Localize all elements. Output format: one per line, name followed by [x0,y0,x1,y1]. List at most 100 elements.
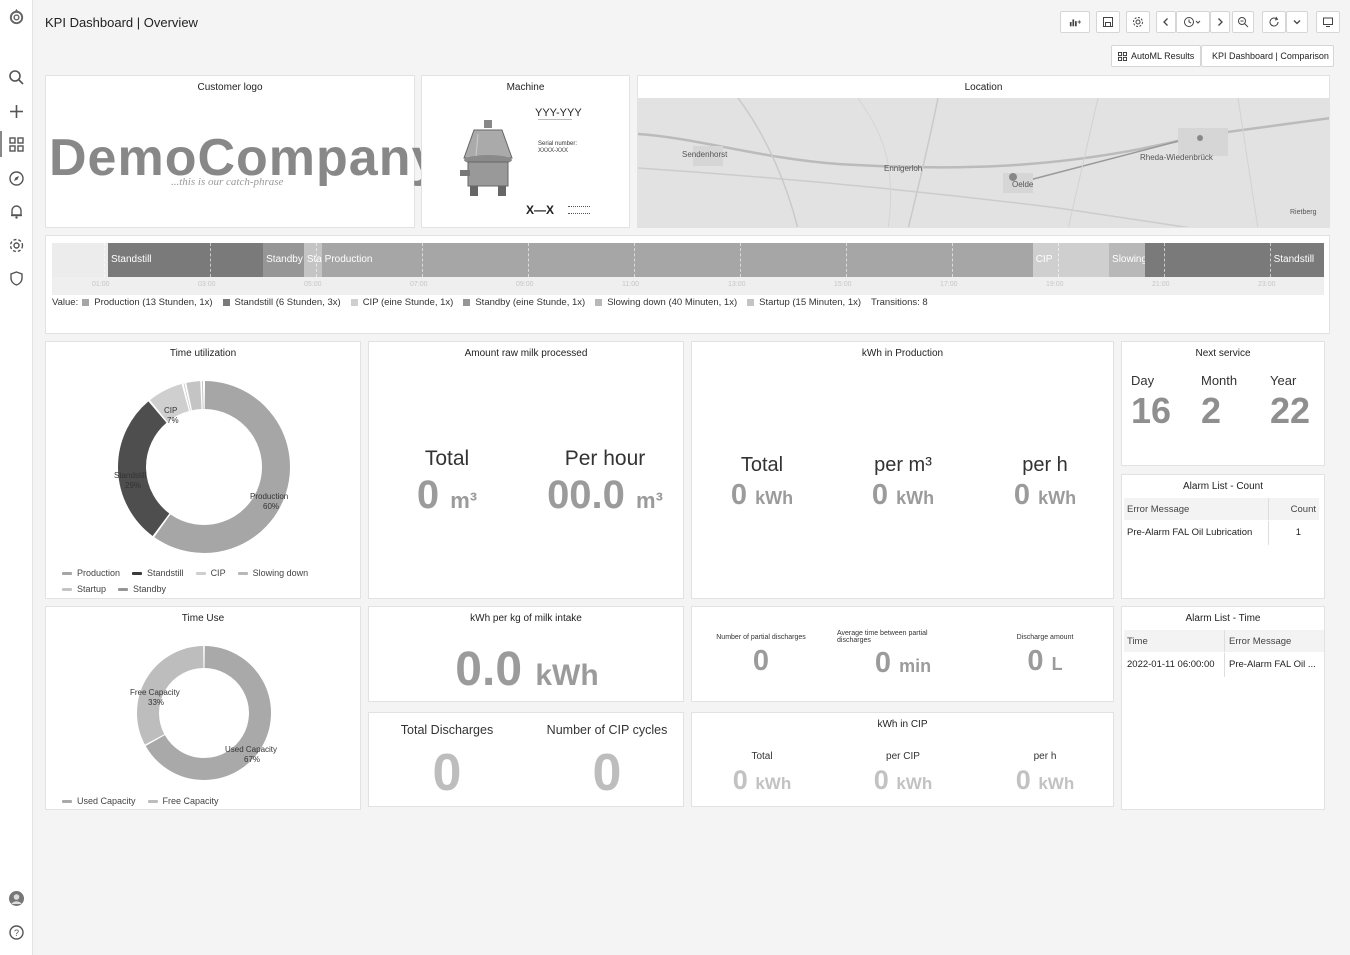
timeline-segment-standstill[interactable]: Standstill [1270,243,1324,277]
timeline-gridline [1270,243,1271,277]
chevron-down-icon[interactable] [1286,11,1308,33]
chevron-left-icon[interactable] [1156,11,1176,33]
separator-machine-image [460,120,513,196]
totals-panel: Total Discharges 0 Number of CIP cycles … [368,712,684,807]
legend-item-production[interactable]: Production (13 Stunden, 1x) [82,297,213,308]
timeline-gridline [952,243,953,277]
search-icon[interactable] [8,69,25,86]
timeline-axis: 01:00 03:00 05:00 07:00 09:00 11:00 13:00 15:00… [52,243,1324,295]
timeline-gridline [846,243,847,277]
panel-title: kWh per kg of milk intake [470,613,582,624]
slice-pct-standstill: 29% [125,481,142,490]
table-row[interactable]: Pre-Alarm FAL Oil Lubrication 1 [1124,521,1319,545]
help-icon[interactable]: ? [8,924,25,941]
user-avatar-icon[interactable] [8,890,25,907]
timeline-gridline [740,243,741,277]
legend-item-slowing-down[interactable]: Slowing down [237,568,308,578]
timeline-segment-none[interactable] [52,243,108,277]
link-label: AutoML Results [1131,51,1195,61]
state-timeline-panel: Standstill Standby Sta Production CIP Slowing… [45,235,1330,334]
gear-icon[interactable] [8,237,25,254]
table-header: Error Message Count [1124,498,1319,520]
refresh-icon[interactable] [1262,11,1286,33]
map-label: Rheda-Wiedenbrück [1140,153,1213,162]
bell-icon[interactable] [8,203,25,220]
automl-results-link[interactable]: AutoML Results [1111,45,1202,67]
state-timeline-bar[interactable]: Standstill Standby Sta Production CIP Slowing… [52,243,1324,277]
slice-pct-used: 67% [244,755,261,764]
donut-slice-production[interactable] [154,381,290,553]
time-use-panel: Time Use Free Capacity 33% Used Capacity… [45,606,361,810]
page-title: KPI Dashboard | Overview [45,15,198,30]
legend-item-cip[interactable]: CIP [195,568,226,578]
stat-value: 0 [592,744,622,802]
legend-item-cip[interactable]: CIP (eine Stunde, 1x) [350,297,453,308]
column-divider [1268,498,1269,520]
table-cell: 1 [1295,527,1301,538]
location-map[interactable]: Sendenhorst Enniger­loh Oelde Rheda-Wied… [638,98,1329,227]
timeline-segment-cip[interactable]: CIP [1032,243,1110,277]
settings-icon[interactable] [1126,11,1150,33]
panel-title: Location [964,82,1003,93]
column-header[interactable]: Count [1291,504,1316,515]
transitions-count: Transitions: 8 [871,297,928,308]
add-panel-icon[interactable] [1060,11,1090,33]
donut-slice-startup[interactable] [186,381,202,411]
timeline-segment-standstill[interactable]: Standstill [107,243,264,277]
column-header[interactable]: Error Message [1229,636,1291,647]
customer-logo-panel: Customer logo DemoCompany ...this is our… [45,75,440,228]
stat-label: Total Discharges [400,723,494,737]
column-divider [1268,521,1269,545]
map-label: Rietberg [1290,209,1317,216]
stat-value: 0 L [1027,645,1063,677]
zoom-out-icon[interactable] [1232,11,1254,33]
explore-icon[interactable] [8,170,25,187]
map-label: Sendenhorst [682,150,728,159]
save-icon[interactable] [1096,11,1120,33]
dashboards-icon[interactable] [8,136,25,153]
legend-item-production[interactable]: Production [62,568,120,578]
legend-item-standby[interactable]: Standby (eine Stunde, 1x) [463,297,585,308]
panel-title: Time utilization [169,348,237,359]
panel-title: Customer logo [197,82,263,93]
timeline-gridline [634,243,635,277]
legend-item-standstill[interactable]: Standstill [132,568,184,578]
stat-label: Average time between partial discharges [837,630,928,644]
column-header[interactable]: Time [1127,636,1148,647]
stat-value: 0 kWh [1015,765,1075,795]
legend-item-free-capacity[interactable]: Free Capacity [147,796,219,806]
stat-value: 0 kWh [730,479,794,511]
stat-value: 0 kWh [1013,479,1077,511]
kpi-comparison-link[interactable]: KPI Dashboard | Comparison [1201,45,1334,67]
time-utilization-donut[interactable] [117,380,291,554]
timeline-segment-startup[interactable]: Sta [303,243,322,277]
donut-slice-standstill[interactable] [118,401,170,536]
chevron-right-icon[interactable] [1210,11,1230,33]
legend-item-startup[interactable]: Startup (15 Minuten, 1x) [747,297,861,308]
time-picker-button[interactable] [1176,11,1210,33]
year-label: Year [1270,373,1297,388]
map-label: Enniger­loh [884,164,923,173]
timeline-tick-label: 01:00 [92,281,110,288]
sidebar: ? [0,0,33,955]
tv-icon[interactable] [1316,11,1340,33]
milk-processed-panel: Amount raw milk processed Total 0 m³ Per… [368,341,684,599]
timeline-gridline [104,243,105,277]
plus-icon[interactable] [8,103,25,120]
timeline-segment-slowing-down[interactable]: Slowing [1109,243,1145,277]
legend-item-standby[interactable]: Standby [118,584,166,594]
column-header[interactable]: Error Message [1127,504,1189,515]
timeline-segment-production[interactable]: Production [321,243,1033,277]
table-row[interactable]: 2022-01-11 06:00:00 Pre-Alarm FAL Oil ..… [1124,653,1324,677]
shield-icon[interactable] [8,270,25,287]
timeline-tick-label: 15:00 [834,281,852,288]
timeline-segment-standby[interactable]: Standby [263,243,304,277]
legend-item-standstill[interactable]: Standstill (6 Stunden, 3x) [222,297,341,308]
next-service-panel: Next service Day 16 Month 2 Year 22 [1121,341,1325,466]
legend-item-startup[interactable]: Startup [62,584,106,594]
stat-label: Per hour [564,447,646,470]
grafana-logo-icon[interactable] [7,7,26,26]
slice-label-used: Used Capacity [225,745,278,754]
legend-item-slowing-down[interactable]: Slowing down (40 Minuten, 1x) [595,297,737,308]
legend-item-used-capacity[interactable]: Used Capacity [62,796,136,806]
